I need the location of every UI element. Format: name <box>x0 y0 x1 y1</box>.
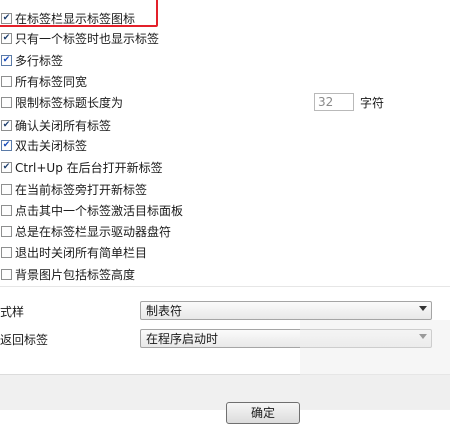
checkbox-empty-icon[interactable] <box>1 247 12 258</box>
checkbox-empty-icon[interactable] <box>1 76 12 87</box>
option-label: 多行标签 <box>15 54 64 68</box>
style-label: 式样 <box>0 305 25 319</box>
return-tab-select-value: 在程序启动时 <box>146 332 219 346</box>
option-label: 只有一个标签时也显示标签 <box>15 32 160 46</box>
option-label: 限制标签标题长度为 <box>15 96 124 110</box>
option-row[interactable]: 总是在标签栏显示驱动器盘符 <box>0 222 171 241</box>
checkbox-checked-icon[interactable] <box>1 55 12 66</box>
return-tab-label: 返回标签 <box>0 333 49 347</box>
option-label: 确认关闭所有标签 <box>15 119 112 133</box>
option-label: 点击其中一个标签激活目标面板 <box>15 204 184 218</box>
title-length-input[interactable]: 32 <box>314 93 354 111</box>
watermark-overlay <box>300 320 450 409</box>
checkbox-empty-icon[interactable] <box>1 269 12 280</box>
checkbox-empty-icon[interactable] <box>1 184 12 195</box>
option-label: 在当前标签旁打开新标签 <box>15 183 148 197</box>
option-row[interactable]: 只有一个标签时也显示标签 <box>0 29 159 48</box>
option-row[interactable]: 在当前标签旁打开新标签 <box>0 180 147 199</box>
option-label: 所有标签同宽 <box>15 75 88 89</box>
checkbox-checked-icon[interactable] <box>1 33 12 44</box>
style-select[interactable]: 制表符 <box>140 301 432 320</box>
option-row[interactable]: Ctrl+Up 在后台打开新标签 <box>0 158 163 177</box>
checkbox-empty-icon[interactable] <box>1 226 12 237</box>
option-label: 双击关闭标签 <box>15 139 88 153</box>
section-divider <box>0 286 450 287</box>
option-row[interactable]: 多行标签 <box>0 51 63 70</box>
checkbox-checked-icon[interactable] <box>1 162 12 173</box>
checkbox-empty-icon[interactable] <box>1 205 12 216</box>
chevron-down-icon <box>419 306 427 311</box>
checkbox-checked-icon[interactable] <box>1 120 12 131</box>
option-row[interactable]: 所有标签同宽 <box>0 72 87 91</box>
option-row[interactable]: 双击关闭标签 <box>0 136 87 155</box>
checkbox-checked-icon[interactable] <box>1 140 12 151</box>
title-length-unit: 字符 <box>360 96 385 110</box>
option-label: Ctrl+Up 在后台打开新标签 <box>15 161 163 175</box>
option-row[interactable]: 限制标签标题长度为 <box>0 93 123 112</box>
option-row[interactable]: 确认关闭所有标签 <box>0 116 111 135</box>
highlight-box <box>0 0 158 27</box>
option-row[interactable]: 退出时关闭所有简单栏目 <box>0 243 147 262</box>
checkbox-empty-icon[interactable] <box>1 97 12 108</box>
option-label: 退出时关闭所有简单栏目 <box>15 246 148 260</box>
style-select-value: 制表符 <box>146 304 183 318</box>
option-row[interactable]: 点击其中一个标签激活目标面板 <box>0 201 183 220</box>
option-label: 背景图片包括标签高度 <box>15 268 136 282</box>
option-label: 总是在标签栏显示驱动器盘符 <box>15 225 172 239</box>
option-row[interactable]: 背景图片包括标签高度 <box>0 265 135 284</box>
ok-button[interactable]: 确定 <box>226 402 300 424</box>
